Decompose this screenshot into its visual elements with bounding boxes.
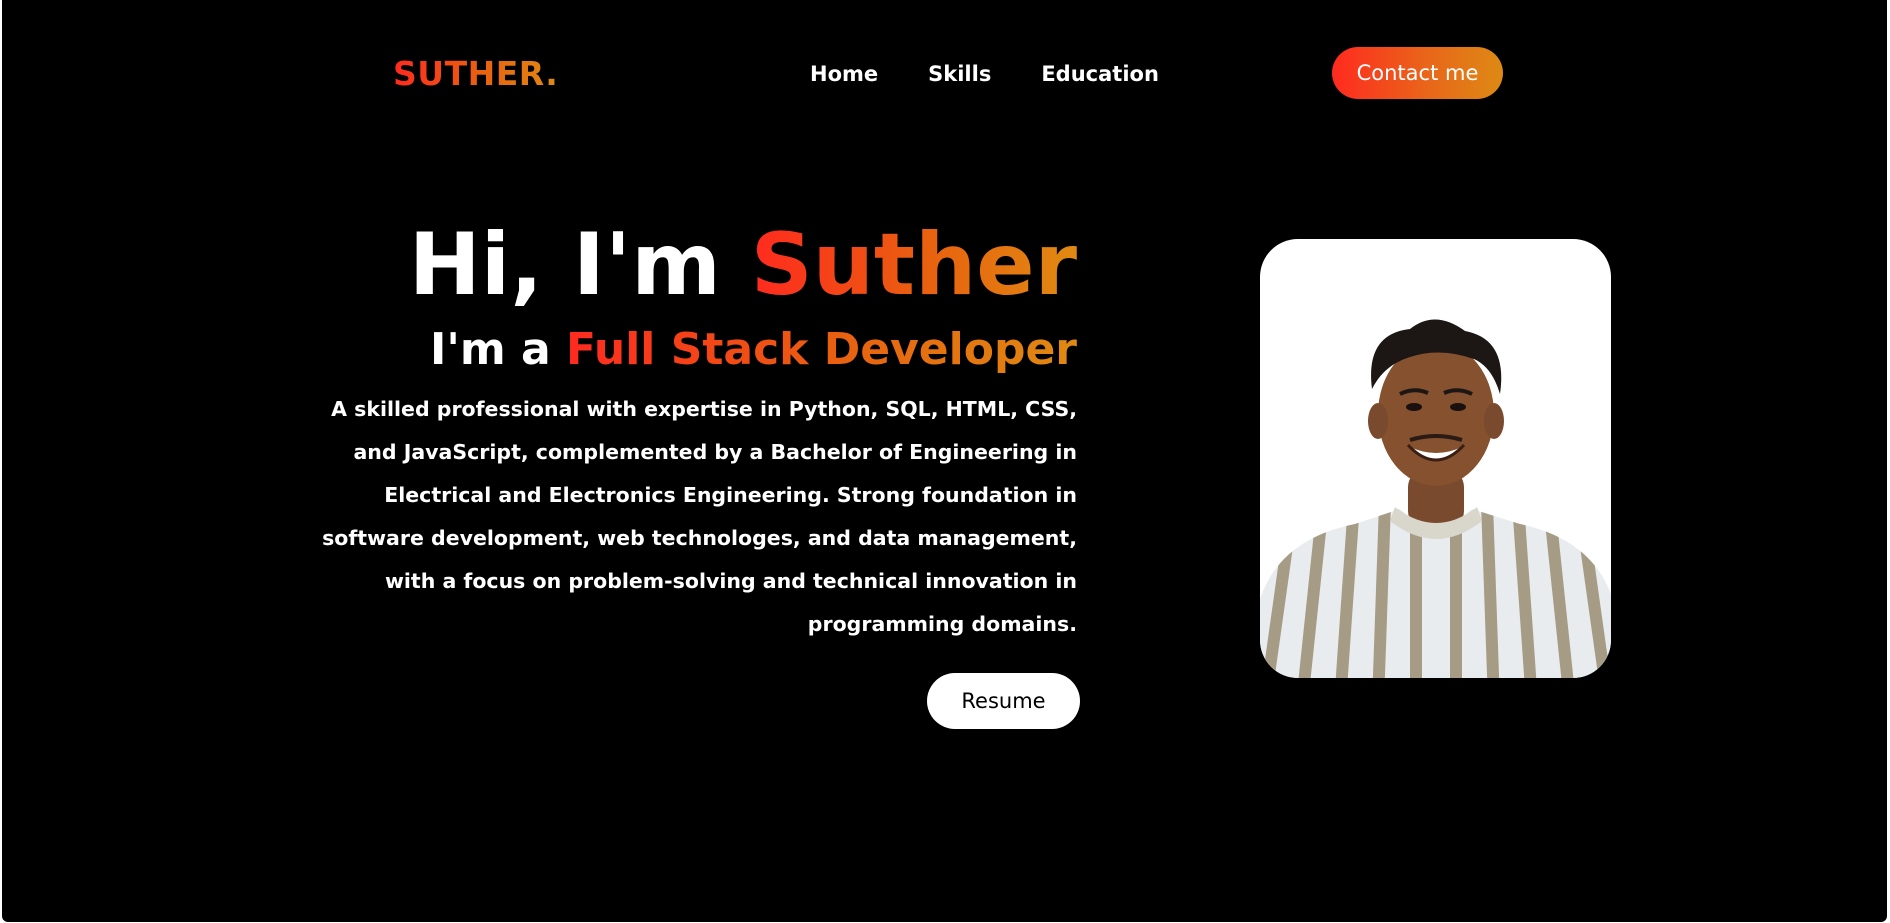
hero-text-block: Hi, I'm Suther I'm a Full Stack Develope… (277, 210, 1077, 646)
resume-button[interactable]: Resume (927, 673, 1080, 729)
logo[interactable]: SUTHER. (393, 54, 558, 93)
profile-photo (1260, 239, 1611, 678)
hero-name: Suther (750, 215, 1077, 315)
page-container: SUTHER. Home Skills Education Contact me… (2, 0, 1887, 922)
contact-me-button[interactable]: Contact me (1332, 47, 1503, 99)
hero-role-prefix: I'm a (429, 324, 567, 375)
nav-home-link[interactable]: Home (810, 62, 878, 86)
hero-greeting: Hi, I'm (408, 215, 751, 315)
main-nav: Home Skills Education (810, 62, 1159, 86)
nav-education-link[interactable]: Education (1041, 62, 1159, 86)
profile-portrait-illustration (1260, 319, 1611, 678)
hero-title: Hi, I'm Suther (277, 210, 1077, 320)
hero-role: Full Stack Developer (566, 324, 1077, 375)
hero-description: A skilled professional with expertise in… (322, 397, 1077, 636)
nav-skills-link[interactable]: Skills (928, 62, 991, 86)
hero-subtitle: I'm a Full Stack Developer (277, 322, 1077, 378)
